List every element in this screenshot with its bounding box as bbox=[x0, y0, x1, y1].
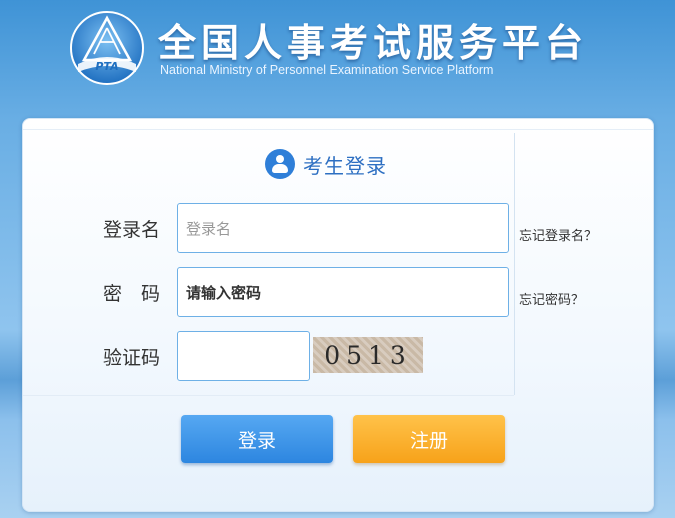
card-top-line bbox=[23, 129, 653, 130]
site-title: 全国人事考试服务平台 bbox=[158, 21, 589, 65]
header: PTA 全国人事考试服务平台 National Ministry of Pers… bbox=[0, 0, 675, 105]
captcha-image[interactable]: 0513 bbox=[313, 337, 423, 373]
captcha-label: 验证码 bbox=[103, 347, 161, 369]
logo-text: PTA bbox=[95, 60, 118, 73]
login-heading: 考生登录 bbox=[265, 147, 387, 181]
password-label: 密 码 bbox=[103, 283, 161, 305]
pta-emblem-icon: PTA bbox=[70, 11, 144, 85]
login-button[interactable]: 登录 bbox=[181, 415, 333, 463]
captcha-input[interactable] bbox=[177, 331, 310, 381]
forgot-password-link[interactable]: 忘记密码？ bbox=[519, 289, 584, 308]
username-label: 登录名 bbox=[103, 219, 161, 241]
login-card: 考生登录 登录名 登录名 忘记登录名？ 密 码 请输入密码 忘记密码？ 验证码 … bbox=[22, 118, 654, 512]
forgot-username-link[interactable]: 忘记登录名？ bbox=[519, 225, 597, 244]
user-icon bbox=[265, 149, 295, 179]
site-subtitle: National Ministry of Personnel Examinati… bbox=[160, 63, 494, 77]
username-input[interactable]: 登录名 bbox=[177, 203, 509, 253]
horizontal-divider bbox=[23, 395, 514, 396]
register-button[interactable]: 注册 bbox=[353, 415, 505, 463]
password-input[interactable]: 请输入密码 bbox=[177, 267, 509, 317]
vertical-divider bbox=[514, 133, 515, 395]
login-title: 考生登录 bbox=[303, 153, 387, 178]
